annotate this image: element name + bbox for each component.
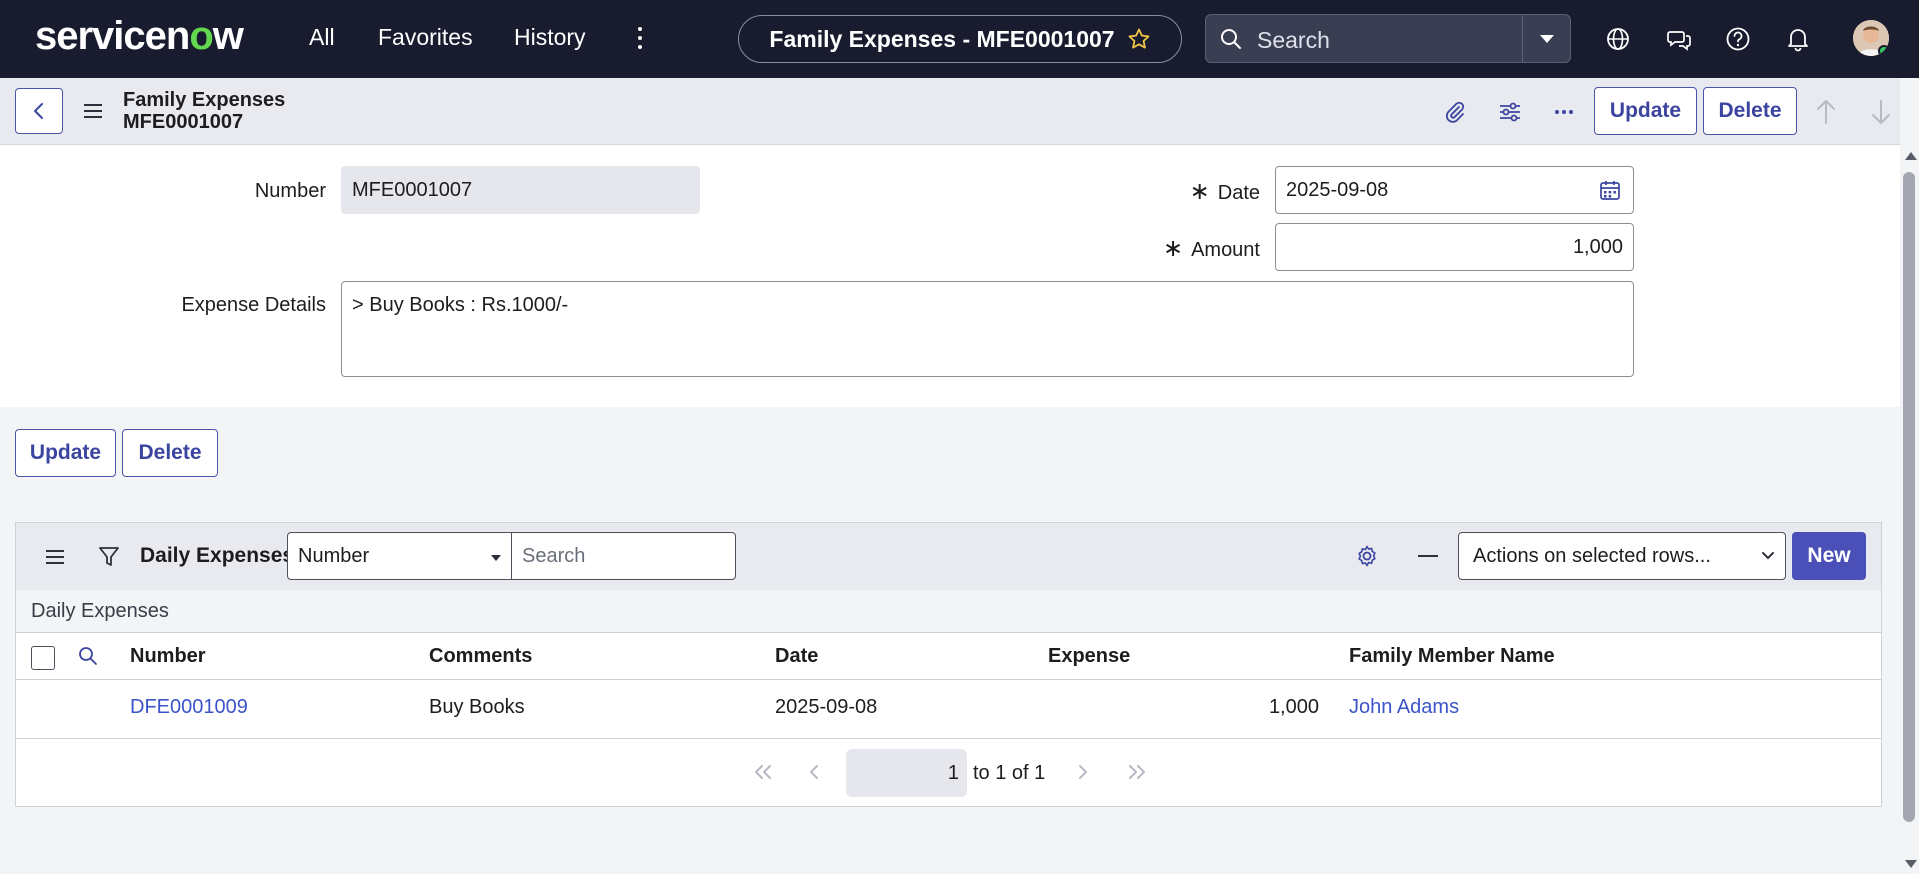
nav-history[interactable]: History [514, 24, 586, 51]
star-icon[interactable] [1127, 27, 1151, 51]
amount-field[interactable]: 1,000 [1275, 223, 1634, 271]
previous-page-icon[interactable] [807, 763, 821, 781]
help-icon[interactable] [1725, 26, 1751, 52]
form-title: Family Expenses MFE0001007 [123, 89, 285, 133]
expense-details-label: Expense Details [181, 294, 326, 316]
record-title: Family Expenses - MFE0001007 [769, 25, 1115, 52]
form-delete-button[interactable]: Delete [122, 429, 218, 477]
user-avatar[interactable] [1853, 20, 1889, 56]
search-scope-dropdown[interactable] [1522, 15, 1570, 62]
required-asterisk-icon: ∗ [1189, 178, 1210, 205]
nav-favorites[interactable]: Favorites [378, 24, 473, 51]
online-status-dot [1878, 45, 1889, 56]
row-number-link[interactable]: DFE0001009 [130, 696, 248, 719]
new-button[interactable]: New [1792, 532, 1866, 580]
column-header-number[interactable]: Number [130, 645, 206, 668]
last-page-icon[interactable] [1126, 763, 1148, 781]
form-update-button[interactable]: Update [15, 429, 116, 477]
date-label: ∗ Date [1160, 177, 1260, 206]
number-label: Number [254, 180, 326, 202]
column-header-comments[interactable]: Comments [429, 645, 532, 668]
column-header-expense[interactable]: Expense [1048, 645, 1130, 668]
personalize-sliders-icon[interactable] [1498, 100, 1522, 124]
form-header: Family Expenses MFE0001007 Update Delete [0, 78, 1900, 145]
select-all-checkbox[interactable] [31, 646, 55, 670]
table-row: DFE0001009 Buy Books 2025-09-08 1,000 Jo… [16, 680, 1881, 739]
amount-label-text: Amount [1191, 239, 1260, 261]
form-title-number: MFE0001007 [123, 111, 244, 133]
row-date: 2025-09-08 [775, 696, 878, 718]
more-options-icon[interactable] [1552, 100, 1576, 124]
collapse-minus-icon[interactable] [1418, 555, 1438, 557]
back-button[interactable] [15, 88, 63, 134]
chat-icon[interactable] [1666, 26, 1692, 52]
list-search-input[interactable]: Search [511, 532, 736, 580]
date-field[interactable]: 2025-09-08 [1275, 166, 1588, 214]
column-search-icon[interactable] [78, 646, 98, 666]
list-context-menu-icon[interactable] [46, 550, 64, 564]
row-family-member-link[interactable]: John Adams [1349, 696, 1459, 719]
search-input[interactable]: Search [1257, 27, 1330, 54]
global-search[interactable]: Search [1205, 14, 1571, 63]
globe-icon[interactable] [1605, 26, 1631, 52]
chevron-down-icon [491, 555, 501, 561]
required-asterisk-icon: ∗ [1162, 235, 1184, 262]
gear-icon[interactable] [1355, 544, 1379, 568]
page-number-input[interactable]: 1 [846, 749, 967, 797]
search-icon [1221, 29, 1241, 49]
chevron-left-icon [34, 103, 43, 119]
chevron-down-icon [1762, 552, 1774, 560]
header-update-button[interactable]: Update [1594, 87, 1697, 135]
search-field-select[interactable]: Number [287, 532, 512, 580]
date-label-text: Date [1217, 182, 1260, 204]
chevron-down-icon [1539, 34, 1554, 43]
expense-details-textarea[interactable]: > Buy Books : Rs.1000/- [341, 281, 1634, 377]
related-list-daily-expenses: Daily Expenses Number Search Actions on … [15, 522, 1882, 807]
nav-all[interactable]: All [309, 24, 335, 51]
row-comments: Buy Books [429, 696, 525, 718]
scroll-up-arrow-icon[interactable] [1905, 152, 1917, 160]
column-header-family-member-name[interactable]: Family Member Name [1349, 645, 1555, 668]
header-delete-button[interactable]: Delete [1703, 87, 1797, 135]
record-title-pill[interactable]: Family Expenses - MFE0001007 [738, 15, 1182, 63]
row-expense: 1,000 [1268, 696, 1319, 718]
table-header-row: Number Comments Date Expense Family Memb… [16, 633, 1881, 680]
more-menu-icon[interactable] [638, 27, 642, 49]
related-list-toolbar: Daily Expenses Number Search Actions on … [16, 523, 1881, 590]
calendar-icon [1600, 181, 1620, 200]
attachment-paperclip-icon[interactable] [1443, 100, 1467, 124]
pagination: 1 to 1 of 1 [16, 739, 1881, 807]
actions-select-value: Actions on selected rows... [1473, 544, 1711, 567]
next-page-icon[interactable] [1076, 763, 1090, 781]
form-title-table: Family Expenses [123, 89, 286, 111]
filter-funnel-icon[interactable] [98, 545, 120, 569]
arrow-up-icon[interactable] [1814, 98, 1838, 126]
form-context-menu-icon[interactable] [84, 104, 102, 118]
amount-label: ∗ Amount [1130, 234, 1260, 263]
actions-on-selected-rows-select[interactable]: Actions on selected rows... [1458, 532, 1786, 580]
top-navigation: servicenow All Favorites History Family … [0, 0, 1919, 78]
first-page-icon[interactable] [752, 763, 774, 781]
related-list-title: Daily Expenses [140, 544, 295, 567]
arrow-down-icon[interactable] [1869, 98, 1893, 126]
scrollbar-thumb[interactable] [1903, 172, 1915, 822]
column-header-date[interactable]: Date [775, 645, 818, 668]
search-field-value: Number [298, 544, 370, 567]
notifications-bell-icon[interactable] [1785, 26, 1811, 52]
date-picker-button[interactable] [1587, 166, 1634, 214]
page-range-text: to 1 of 1 [973, 762, 1046, 784]
number-field[interactable]: MFE0001007 [341, 166, 700, 214]
servicenow-logo[interactable]: servicenow [35, 14, 244, 59]
scroll-down-arrow-icon[interactable] [1905, 860, 1917, 868]
related-list-subtitle: Daily Expenses [16, 590, 1881, 633]
